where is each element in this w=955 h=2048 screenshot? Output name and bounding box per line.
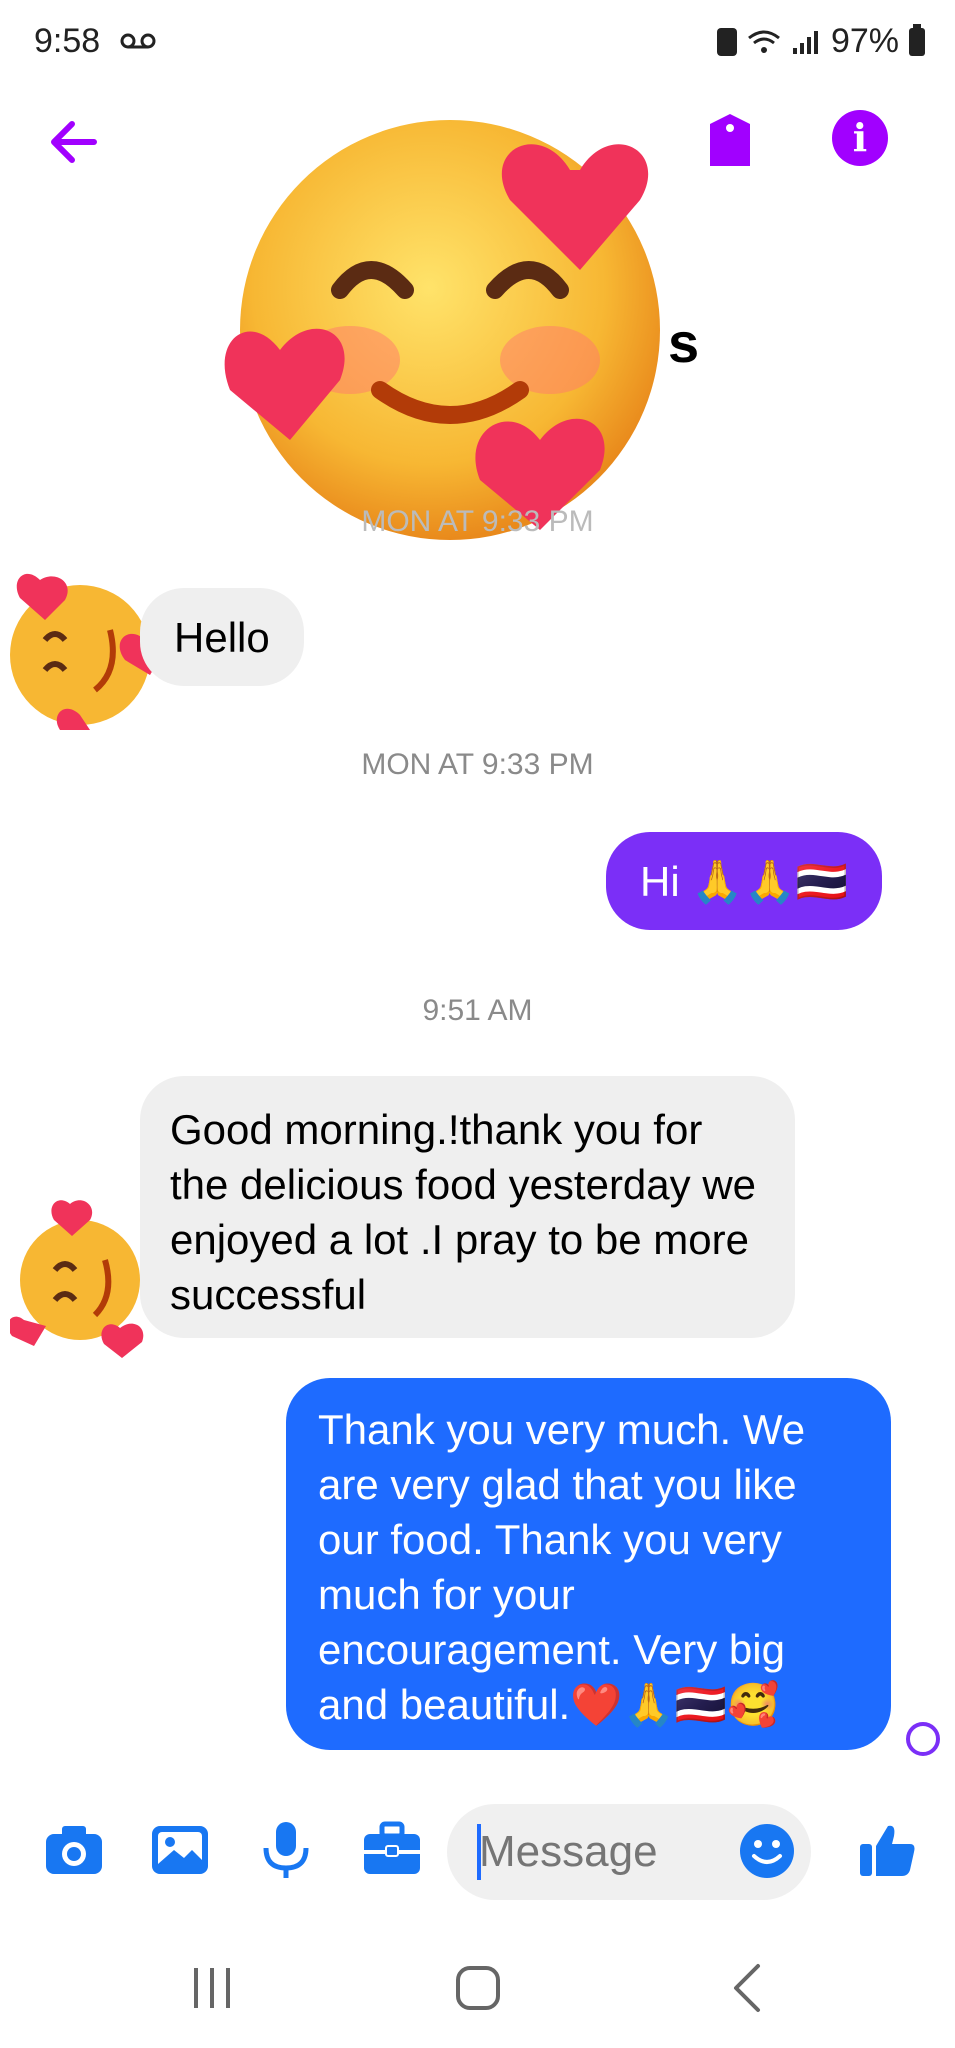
thumbs-up-icon <box>860 1825 915 1876</box>
camera-button[interactable] <box>42 1818 106 1882</box>
timestamp: MON AT 9:33 PM <box>361 505 594 538</box>
voicemail-icon <box>120 32 156 55</box>
info-button[interactable]: i <box>832 110 888 166</box>
tag-button[interactable] <box>700 110 760 170</box>
message-text: Good morning.!thank you for the deliciou… <box>170 1106 757 1318</box>
sent-status-icon <box>906 1722 940 1756</box>
smiling-face-with-hearts-icon <box>10 573 160 730</box>
emoji-icon <box>740 1824 794 1878</box>
home-icon <box>456 1966 500 2010</box>
home-button[interactable] <box>448 1958 508 2018</box>
tag-icon <box>710 114 750 166</box>
signal-icon <box>792 30 818 54</box>
outgoing-message[interactable]: Hi 🙏🙏🇹🇭 <box>606 832 883 930</box>
smiling-face-with-hearts-icon <box>224 120 660 540</box>
back-icon <box>734 1964 760 2012</box>
voice-button[interactable] <box>254 1818 318 1882</box>
camera-icon <box>46 1826 102 1874</box>
more-actions-button[interactable] <box>360 1818 424 1882</box>
message-text: Hi 🙏🙏🇹🇭 <box>640 858 849 905</box>
gallery-button[interactable] <box>148 1818 212 1882</box>
emoji-button[interactable] <box>738 1822 796 1880</box>
wifi-icon <box>748 30 780 53</box>
status-time: 9:58 <box>34 22 101 60</box>
timestamp: MON AT 9:33 PM <box>361 748 594 781</box>
battery-saver-icon <box>716 27 737 56</box>
incoming-message[interactable]: Hello <box>140 588 304 686</box>
text-cursor <box>477 1824 481 1880</box>
smiling-face-with-hearts-icon <box>10 1200 144 1358</box>
timestamp: 9:51 AM <box>422 994 533 1027</box>
back-arrow-icon <box>51 121 97 163</box>
like-button[interactable] <box>856 1818 920 1882</box>
message-text: Thank you very much. We are very glad th… <box>318 1406 806 1728</box>
recents-icon <box>194 1968 230 2008</box>
battery-level: 97% <box>830 22 899 60</box>
back-button[interactable] <box>44 112 104 172</box>
battery-icon <box>909 23 925 56</box>
status-icons: 97% <box>716 22 925 61</box>
recents-button[interactable] <box>182 1958 242 2018</box>
incoming-message[interactable]: Good morning.!thank you for the deliciou… <box>140 1076 795 1338</box>
info-icon: i <box>852 115 868 160</box>
system-back-button[interactable] <box>718 1958 778 2018</box>
microphone-icon <box>263 1822 309 1878</box>
outgoing-message[interactable]: Thank you very much. We are very glad th… <box>286 1378 891 1750</box>
briefcase-icon <box>364 1821 420 1874</box>
image-icon <box>152 1826 208 1874</box>
message-text: Hello <box>174 614 270 661</box>
